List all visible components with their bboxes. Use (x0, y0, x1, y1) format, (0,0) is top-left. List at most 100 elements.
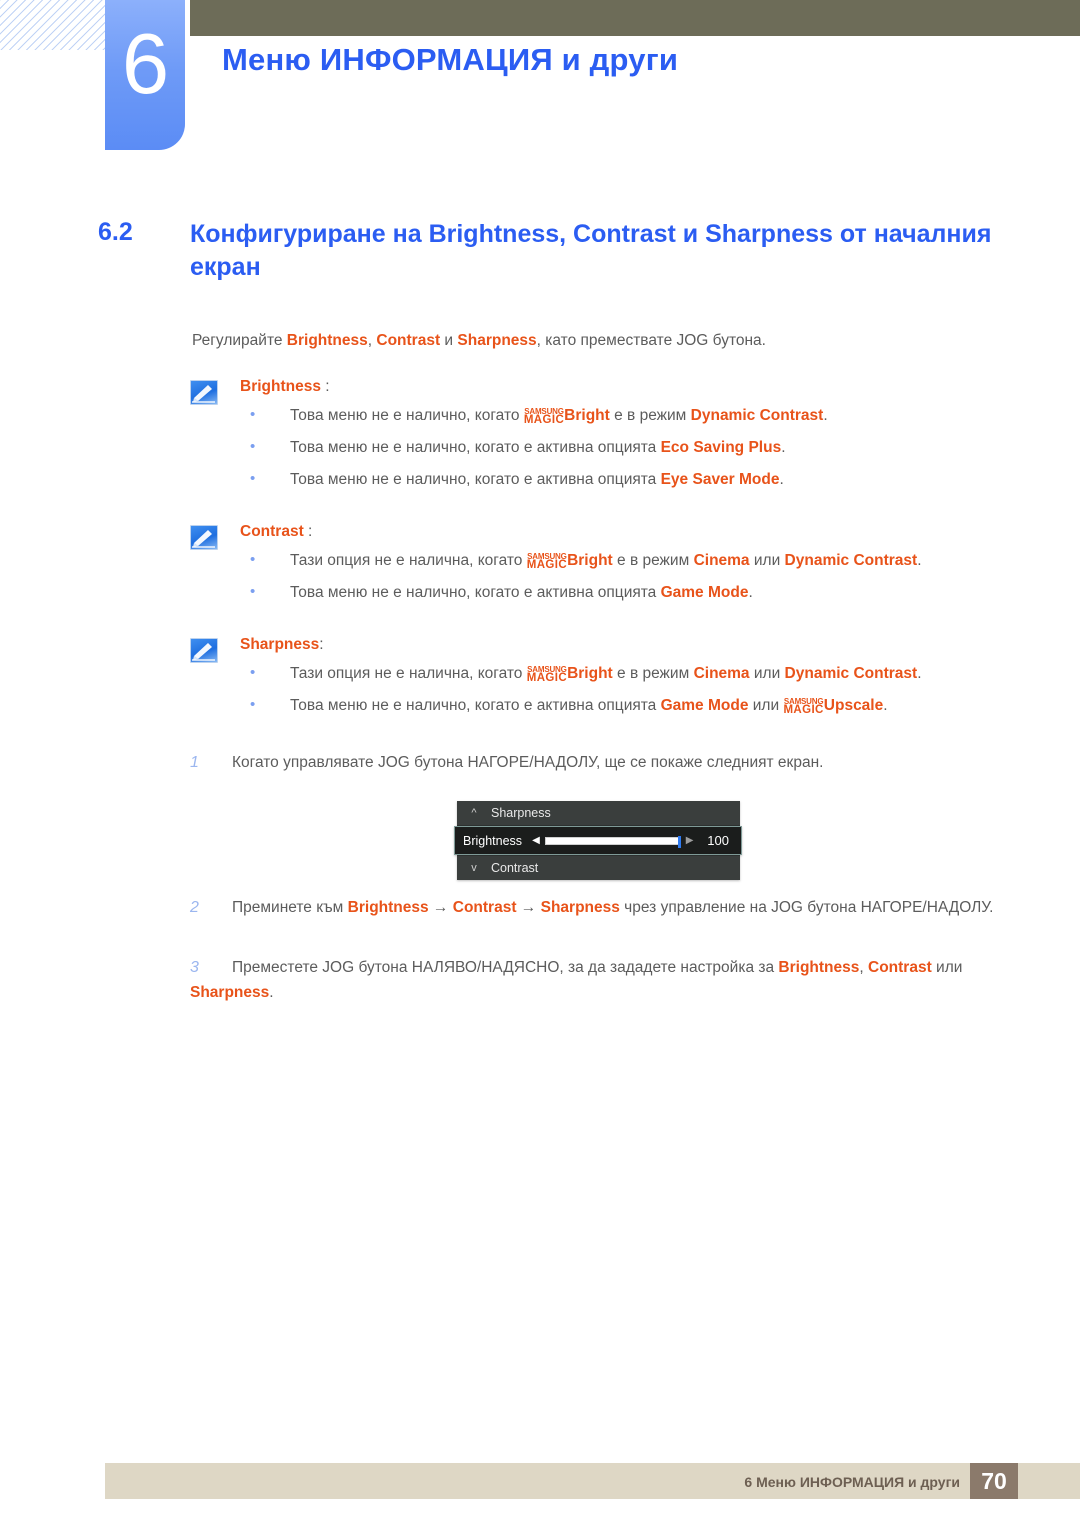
slider-knob[interactable] (677, 835, 681, 848)
samsung-magic-logo: SAMSUNG MAGIC (526, 665, 568, 684)
term-game-mode: Game Mode (660, 584, 749, 601)
term-bright: Bright (567, 665, 613, 682)
bullet-post: . (748, 584, 753, 601)
intro-sep2: и (440, 332, 458, 349)
chapter-title: Меню ИНФОРМАЦИЯ и други (222, 42, 679, 77)
list-item: Това меню не е налично, когато е активна… (248, 694, 1030, 717)
arrow-left-icon[interactable]: ◀ (532, 835, 540, 846)
bullet-pre: Това меню не е налично, когато (290, 407, 524, 424)
arrow-right-icon[interactable]: ▶ (686, 835, 694, 846)
samsung-magic-logo: SAMSUNG MAGIC (783, 697, 823, 716)
osd-selected-label: Brightness (463, 833, 523, 848)
step-pre: Преместете JOG бутона НАЛЯВО/НАДЯСНО, за… (232, 959, 779, 976)
step-sep: или (931, 959, 963, 976)
step-number: 2 (190, 899, 199, 916)
bullet-mid2: или (749, 552, 785, 569)
note-pencil-icon (190, 525, 218, 550)
chevron-up-icon: ^ (471, 807, 477, 819)
logo-magic: MAGIC (526, 559, 568, 571)
step-pre: Преминете към (232, 899, 348, 916)
note-title-text: Brightness (240, 378, 321, 395)
bullet-pre: Това меню не е налично, когато е активна… (290, 584, 661, 601)
term-sharpness: Sharpness (457, 332, 537, 349)
bullet-post: . (779, 471, 784, 488)
list-item: Това меню не е налично, когато е активна… (248, 581, 1030, 604)
step-arrow: → (428, 899, 453, 916)
bullet-mid2: или (748, 697, 784, 714)
note-block-contrast: Contrast : Тази опция не е налична, кога… (190, 523, 1030, 614)
samsung-magic-logo: SAMSUNG MAGIC (523, 407, 565, 426)
bullet-mid: е в режим (612, 665, 694, 682)
step-3: 3 Преместете JOG бутона НАЛЯВО/НАДЯСНО, … (190, 955, 1040, 1005)
note-title-contrast: Contrast : (240, 523, 1030, 541)
corner-hatch-decoration (0, 0, 112, 50)
note-title-sharpness: Sharpness: (240, 636, 1030, 654)
logo-magic: MAGIC (526, 672, 568, 684)
bullet-pre: Тази опция не е налична, когато (290, 665, 527, 682)
term-dynamic-contrast: Dynamic Contrast (784, 665, 918, 682)
bullet-post: . (917, 665, 922, 682)
footer-chapter-label: 6 Меню ИНФОРМАЦИЯ и други (744, 1474, 960, 1490)
term-upscale: Upscale (823, 697, 884, 714)
term-brightness: Brightness (286, 332, 368, 349)
term-bright: Bright (567, 552, 613, 569)
term-cinema: Cinema (693, 665, 750, 682)
term-contrast: Contrast (452, 899, 517, 916)
note-title-colon: : (320, 378, 330, 395)
note-block-brightness: Brightness : Това меню не е налично, ког… (190, 378, 1030, 501)
chapter-number-tab: 6 (105, 0, 185, 150)
brightness-slider-track[interactable] (544, 835, 681, 848)
term-sharpness: Sharpness (190, 984, 270, 1002)
header-olive-bar (190, 0, 1080, 36)
step-text: Когато управлявате JOG бутона НАГОРЕ/НАД… (232, 754, 824, 771)
osd-row-brightness-selected[interactable]: Brightness ◀ ▶ 100 (454, 826, 742, 855)
bullet-mid: е в режим (609, 407, 691, 424)
bullet-pre: Това меню не е налично, когато е активна… (290, 471, 661, 488)
osd-row-contrast[interactable]: v Contrast (457, 855, 740, 880)
step-2: 2 Преминете към Brightness → Contrast → … (190, 895, 1040, 920)
intro-suffix: , като премествате JOG бутона. (536, 332, 766, 349)
note-bullet-list-sharpness: Тази опция не е налична, когато SAMSUNGM… (248, 662, 1030, 717)
logo-magic: MAGIC (523, 414, 565, 426)
osd-row-sharpness[interactable]: ^ Sharpness (457, 801, 740, 826)
chapter-number: 6 (121, 17, 169, 112)
step-post: . (269, 984, 274, 1002)
intro-prefix: Регулирайте (192, 332, 287, 349)
bullet-post: . (883, 697, 888, 714)
list-item: Това меню не е налично, когато SAMSUNGMA… (248, 404, 1030, 427)
term-eco-saving-plus: Eco Saving Plus (660, 439, 782, 456)
step-number: 3 (190, 959, 199, 976)
term-contrast: Contrast (376, 332, 441, 349)
note-title-brightness: Brightness : (240, 378, 1030, 396)
chevron-down-icon: v (471, 862, 477, 874)
bullet-mid2: или (749, 665, 785, 682)
bullet-post: . (823, 407, 828, 424)
note-title-text: Contrast (240, 523, 304, 540)
samsung-magic-logo: SAMSUNG MAGIC (526, 552, 568, 571)
note-pencil-icon (190, 638, 218, 663)
note-title-text: Sharpness (240, 636, 320, 653)
step-sep: , (859, 959, 868, 976)
term-contrast: Contrast (868, 959, 932, 976)
step-number: 1 (190, 754, 199, 771)
note-bullet-list-brightness: Това меню не е налично, когато SAMSUNGMA… (248, 404, 1030, 491)
list-item: Това меню не е налично, когато е активна… (248, 436, 1030, 459)
note-pencil-icon (190, 380, 218, 405)
step-arrow: → (516, 899, 541, 916)
term-cinema: Cinema (693, 552, 750, 569)
step-text: Преместете JOG бутона НАЛЯВО/НАДЯСНО, за… (190, 959, 962, 1001)
note-bullet-list-contrast: Тази опция не е налична, когато SAMSUNGM… (248, 549, 1030, 604)
bullet-pre: Това меню не е налично, когато е активна… (290, 439, 661, 456)
term-sharpness: Sharpness (540, 899, 620, 916)
term-dynamic-contrast: Dynamic Contrast (690, 407, 824, 424)
note-block-sharpness: Sharpness: Тази опция не е налична, кога… (190, 636, 1030, 727)
note-title-colon: : (319, 636, 324, 653)
osd-menu-screenshot: ^ Sharpness Brightness ◀ ▶ 100 v Contras… (454, 801, 742, 880)
term-dynamic-contrast: Dynamic Contrast (784, 552, 918, 569)
intro-paragraph: Регулирайте Brightness, Contrast и Sharp… (192, 332, 766, 350)
brightness-value: 100 (707, 833, 729, 848)
step-post: чрез управление на JOG бутона НАГОРЕ/НАД… (619, 899, 994, 916)
section-number: 6.2 (98, 218, 133, 246)
osd-row-label: Contrast (491, 861, 539, 875)
section-heading: 6.2 Конфигуриране на Brightness, Contras… (98, 218, 1018, 284)
